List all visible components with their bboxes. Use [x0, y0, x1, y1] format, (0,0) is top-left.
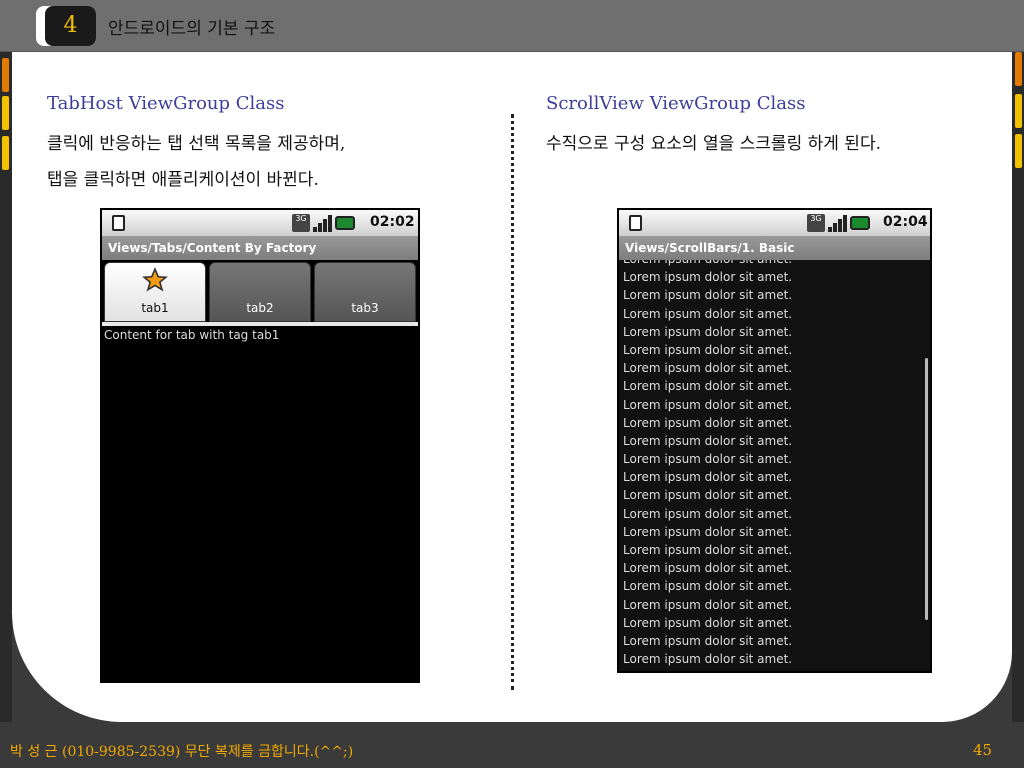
list-item: Lorem ipsum dolor sit amet. — [623, 470, 793, 485]
status-bar: 3G 02:02 — [102, 210, 418, 236]
tab-1-label: tab1 — [141, 301, 169, 315]
list-item: Lorem ipsum dolor sit amet. — [623, 342, 793, 357]
list-item: Lorem ipsum dolor sit amet. — [623, 415, 793, 430]
signal-icon — [313, 214, 332, 232]
scroll-lines: Lorem ipsum dolor sit amet. Lorem ipsum d… — [623, 260, 792, 668]
status-icons: 3G — [807, 214, 870, 232]
app-title-bar: Views/ScrollBars/1. Basic — [619, 236, 930, 260]
footer-copyright: 박 성 근 (010-9985-2539) 무단 복제를 금합니다.(^^;) — [10, 744, 354, 760]
section-divider — [511, 114, 514, 690]
tab-3-label: tab3 — [351, 301, 379, 315]
network-3g-icon: 3G — [807, 214, 825, 232]
list-item: Lorem ipsum dolor sit amet. — [623, 597, 793, 612]
list-item: Lorem ipsum dolor sit amet. — [623, 397, 793, 412]
tabs-phone-screenshot: 3G 02:02 Views/Tabs/Content By Factory t… — [100, 208, 420, 683]
status-time: 02:04 — [883, 214, 928, 230]
status-time: 02:02 — [370, 214, 415, 230]
list-item: Lorem ipsum dolor sit amet. — [623, 433, 793, 448]
battery-icon — [335, 216, 355, 230]
list-item: Lorem ipsum dolor sit amet. — [623, 306, 793, 321]
phone-icon — [112, 215, 125, 231]
scrollview-section-title: ScrollView ViewGroup Class — [546, 93, 806, 114]
status-icons: 3G — [292, 214, 355, 232]
list-item: Lorem ipsum dolor sit amet. — [623, 452, 793, 467]
tab-1[interactable]: tab1 — [104, 262, 206, 322]
battery-icon — [850, 216, 870, 230]
scrollview-phone-screenshot: 3G 02:04 Views/ScrollBars/1. Basic Lorem… — [617, 208, 932, 673]
scrollview-description: 수직으로 구성 요소의 열을 스크롤링 하게 된다. — [546, 134, 881, 154]
tab-strip: tab1 tab2 tab3 — [104, 262, 416, 322]
star-icon — [142, 267, 168, 292]
scroll-view[interactable]: Lorem ipsum dolor sit amet. Lorem ipsum d… — [619, 260, 930, 671]
tabhost-description-line1: 클릭에 반응하는 탭 선택 목록을 제공하며, — [47, 134, 346, 154]
side-tab-yellow-left — [2, 136, 9, 170]
list-item: Lorem ipsum dolor sit amet. — [623, 506, 793, 521]
side-tab-yellow-left — [2, 96, 9, 130]
slide-number-badge: 4 — [45, 6, 96, 46]
list-item: Lorem ipsum dolor sit amet. — [623, 288, 793, 303]
tabhost-description-line2: 탭을 클릭하면 애플리케이션이 바뀐다. — [47, 170, 319, 190]
phone-icon — [629, 215, 642, 231]
list-item: Lorem ipsum dolor sit amet. — [623, 379, 793, 394]
list-item: Lorem ipsum dolor sit amet. — [623, 270, 793, 285]
side-tab-orange-left — [2, 58, 9, 92]
list-item: Lorem ipsum dolor sit amet. — [623, 561, 793, 576]
status-bar: 3G 02:04 — [619, 210, 930, 236]
list-item: Lorem ipsum dolor sit amet. — [623, 615, 793, 630]
list-item: Lorem ipsum dolor sit amet. — [623, 652, 793, 667]
tab-underline — [102, 322, 418, 326]
list-item: Lorem ipsum dolor sit amet. — [623, 260, 792, 268]
signal-icon — [828, 214, 847, 232]
page-number: 45 — [973, 741, 993, 759]
slide-title: 안드로이드의 기본 구조 — [108, 19, 276, 39]
list-item: Lorem ipsum dolor sit amet. — [623, 524, 793, 539]
side-tab-yellow-right — [1015, 94, 1022, 128]
list-item: Lorem ipsum dolor sit amet. — [623, 324, 793, 339]
list-item: Lorem ipsum dolor sit amet. — [623, 579, 793, 594]
side-tab-yellow-right — [1015, 134, 1022, 168]
network-3g-icon: 3G — [292, 214, 310, 232]
tab-3[interactable]: tab3 — [314, 262, 416, 322]
list-item: Lorem ipsum dolor sit amet. — [623, 543, 793, 557]
list-item: Lorem ipsum dolor sit amet. — [623, 488, 793, 503]
list-item: Lorem ipsum dolor sit amet. — [623, 633, 793, 648]
app-title-bar: Views/Tabs/Content By Factory — [102, 236, 418, 260]
side-tab-orange-right — [1015, 52, 1022, 86]
tab-2-label: tab2 — [246, 301, 274, 315]
tabhost-section-title: TabHost ViewGroup Class — [47, 93, 285, 114]
tab-content-text: Content for tab with tag tab1 — [104, 328, 280, 342]
tab-2[interactable]: tab2 — [209, 262, 311, 322]
scrollbar-thumb[interactable] — [925, 358, 928, 620]
list-item: Lorem ipsum dolor sit amet. — [623, 361, 793, 376]
